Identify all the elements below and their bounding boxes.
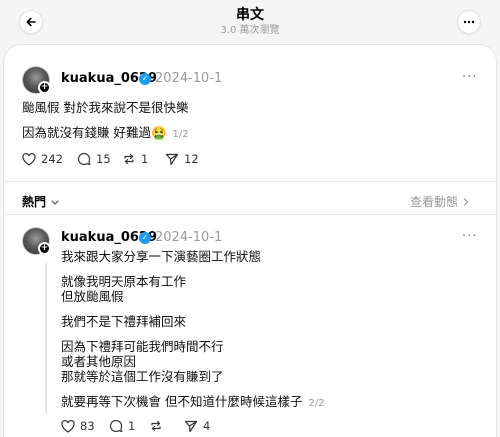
post-text-line: 但放颱風假 (61, 289, 124, 304)
thread-pager: 2/2 (308, 398, 325, 409)
reply-count: 1 (128, 419, 136, 433)
page-title: 串文 (236, 7, 264, 23)
verified-badge-icon: ✓ (139, 73, 151, 85)
like-button[interactable]: 83 (61, 419, 95, 433)
more-options-button[interactable] (457, 10, 481, 34)
reply-button[interactable]: 15 (77, 152, 111, 166)
repost-button[interactable] (149, 419, 168, 433)
divider (4, 214, 496, 215)
header-title-group: 串文 3.0 萬次瀏覽 (0, 6, 500, 37)
sort-label: 熱門 (22, 195, 47, 209)
chevron-right-icon (463, 197, 469, 206)
share-count: 4 (203, 419, 211, 433)
activity-label: 查看動態 (409, 195, 458, 209)
heart-icon (22, 152, 36, 166)
thread-panel: + kuakua_0629 ✓ 2024-10-1 ··· 颱風假 對於我來說不… (3, 44, 497, 437)
post-text-line: 就要再等下次機會 但不知道什麼時候這樣子 2/2 (61, 393, 325, 412)
follow-plus-icon[interactable]: + (38, 81, 51, 94)
post-text-line: 我們不是下禮拜補回來 (61, 314, 187, 329)
post-more-icon[interactable]: ··· (462, 230, 477, 243)
repost-icon (151, 420, 161, 432)
post-text-line: 颱風假 對於我來說不是很快樂 (22, 100, 189, 115)
post-text: 因為就沒有錢賺 好難過🤮 (22, 125, 167, 140)
chevron-down-icon (51, 199, 59, 205)
thread-pager: 1/2 (172, 129, 189, 140)
share-button[interactable]: 4 (184, 419, 210, 433)
post-date: 2024-10-1 (155, 230, 223, 245)
post-date: 2024-10-1 (155, 71, 223, 86)
repost-button[interactable]: 1 (122, 152, 148, 166)
like-count: 83 (80, 419, 95, 433)
comment-icon (109, 419, 123, 433)
view-count: 3.0 萬次瀏覽 (220, 25, 280, 36)
sort-dropdown[interactable]: 熱門 (22, 193, 61, 210)
top-bar: 串文 3.0 萬次瀏覽 (0, 0, 500, 44)
like-button[interactable]: 242 (22, 152, 63, 166)
view-activity-link[interactable]: 查看動態 (410, 193, 471, 210)
reply-button[interactable]: 1 (109, 419, 135, 433)
divider (4, 181, 496, 182)
post-text: 就要再等下次機會 但不知道什麼時候這樣子 (61, 394, 303, 409)
post-text-line: 我來跟大家分享一下演藝圈工作狀態 (61, 249, 262, 264)
more-icon (463, 20, 475, 24)
comment-icon (77, 152, 91, 166)
post-text-line: 那就等於這個工作沒有賺到了 (61, 369, 224, 384)
heart-icon (61, 419, 75, 433)
post-text-line: 因為就沒有錢賺 好難過🤮 1/2 (22, 124, 189, 143)
share-count: 12 (184, 152, 199, 166)
verified-badge-icon: ✓ (139, 232, 151, 244)
send-icon (165, 153, 179, 166)
like-count: 242 (41, 152, 63, 166)
repost-icon (124, 153, 134, 165)
repost-count: 1 (141, 152, 149, 166)
post-more-icon[interactable]: ··· (462, 71, 477, 84)
reply-count: 15 (96, 152, 111, 166)
share-button[interactable]: 12 (165, 152, 199, 166)
follow-plus-icon[interactable]: + (38, 242, 51, 255)
send-icon (184, 420, 198, 433)
thread-line (45, 263, 47, 413)
